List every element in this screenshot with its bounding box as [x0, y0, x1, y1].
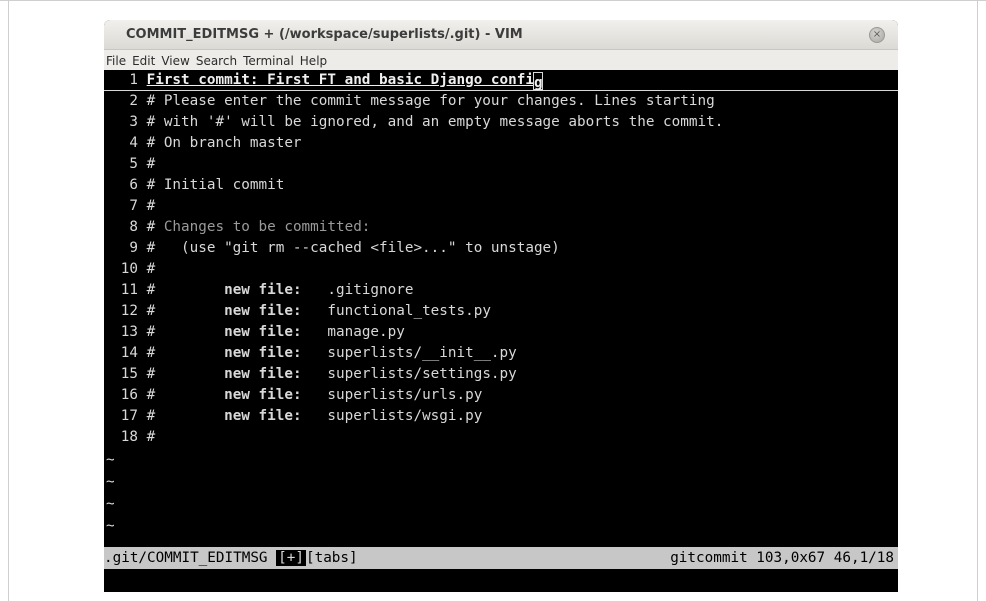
commit-subject: First commit: First FT and basic Django … — [146, 72, 534, 88]
editor-line: 12 # new file: functional_tests.py — [104, 301, 491, 322]
close-icon[interactable]: × — [869, 27, 885, 43]
editor-line: 6 # Initial commit — [104, 175, 284, 196]
line-number: 7 — [129, 198, 138, 214]
new-file-label: new file: — [224, 366, 302, 382]
status-right: gitcommit 103,0x67 46,1/18 — [392, 547, 898, 569]
menu-view[interactable]: View — [158, 51, 192, 68]
editor-line: 3 # with '#' will be ignored, and an emp… — [104, 112, 723, 133]
comment-text: # with '#' will be ignored, and an empty… — [146, 114, 724, 130]
line-number: 8 — [129, 219, 138, 235]
file-path: functional_tests.py — [327, 303, 491, 319]
editor-line: 1 First commit: First FT and basic Djang… — [104, 70, 543, 91]
file-path: superlists/wsgi.py — [327, 408, 483, 424]
file-path: superlists/urls.py — [327, 387, 483, 403]
line-number: 1 — [129, 72, 138, 88]
editor-line: 15 # new file: superlists/settings.py — [104, 364, 517, 385]
status-filename: .git/COMMIT_EDITMSG — [104, 550, 268, 566]
line-number: 13 — [120, 324, 138, 340]
vim-window: COMMIT_EDITMSG + (/workspace/superlists/… — [104, 20, 898, 592]
line-number: 17 — [120, 408, 138, 424]
comment-text: # Please enter the commit message for yo… — [146, 93, 715, 109]
editor-line: 9 # (use "git rm --cached <file>..." to … — [104, 238, 560, 259]
comment-hash: # — [146, 219, 164, 235]
file-path: manage.py — [327, 324, 405, 340]
line-number: 11 — [120, 282, 138, 298]
editor-line: 18 # — [104, 427, 155, 448]
editor-line: 7 # — [104, 196, 155, 217]
menu-help[interactable]: Help — [297, 51, 330, 68]
empty-line-marker: ~ — [106, 474, 115, 490]
empty-line-marker: ~ — [106, 496, 115, 512]
menu-edit[interactable]: Edit — [129, 51, 158, 68]
comment-text: # On branch master — [146, 135, 302, 151]
line-number: 12 — [120, 303, 138, 319]
file-path: superlists/__init__.py — [327, 345, 517, 361]
new-file-label: new file: — [224, 282, 302, 298]
editor-line: 11 # new file: .gitignore — [104, 280, 414, 301]
line-number: 5 — [129, 156, 138, 172]
page-top-rule — [0, 0, 986, 1]
comment-hash: # — [146, 387, 156, 403]
file-path: superlists/settings.py — [327, 366, 517, 382]
menu-file[interactable]: File — [104, 51, 129, 68]
editor-line: 14 # new file: superlists/__init__.py — [104, 343, 517, 364]
comment-text: # (use "git rm --cached <file>..." to un… — [146, 240, 560, 256]
line-number: 9 — [129, 240, 138, 256]
comment-text: # — [146, 429, 156, 445]
menu-search[interactable]: Search — [193, 51, 240, 68]
line-number: 16 — [120, 387, 138, 403]
comment-hash: # — [146, 366, 156, 382]
line-number: 3 — [129, 114, 138, 130]
editor-line: 17 # new file: superlists/wsgi.py — [104, 406, 483, 427]
modified-flag: [+] — [276, 550, 306, 566]
comment-hash: # — [146, 303, 156, 319]
line-number: 6 — [129, 177, 138, 193]
file-path: .gitignore — [327, 282, 414, 298]
line-number: 10 — [120, 261, 138, 277]
empty-line-marker: ~ — [106, 452, 115, 468]
line-number: 14 — [120, 345, 138, 361]
comment-hash: # — [146, 324, 156, 340]
page-right-rule — [977, 0, 978, 601]
editor-line: 2 # Please enter the commit message for … — [104, 91, 715, 112]
title-bar[interactable]: COMMIT_EDITMSG + (/workspace/superlists/… — [104, 20, 898, 50]
menu-bar: File Edit View Search Terminal Help — [104, 50, 898, 70]
editor-line: 5 # — [104, 154, 155, 175]
text-cursor: g — [532, 72, 543, 91]
comment-hash: # — [146, 282, 156, 298]
menu-terminal[interactable]: Terminal — [240, 51, 297, 68]
empty-line-marker: ~ — [106, 518, 115, 534]
comment-text: # — [146, 198, 156, 214]
comment-hash: # — [146, 408, 156, 424]
comment-hash: # — [146, 345, 156, 361]
line-number: 2 — [129, 93, 138, 109]
editor-area[interactable]: 1 First commit: First FT and basic Djang… — [104, 70, 898, 567]
new-file-label: new file: — [224, 387, 302, 403]
new-file-label: new file: — [224, 324, 302, 340]
editor-line: 4 # On branch master — [104, 133, 302, 154]
editor-line: 16 # new file: superlists/urls.py — [104, 385, 483, 406]
tabs-indicator: [tabs] — [305, 550, 358, 566]
comment-text: # — [146, 156, 156, 172]
line-number: 4 — [129, 135, 138, 151]
new-file-label: new file: — [224, 408, 302, 424]
window-title: COMMIT_EDITMSG + (/workspace/superlists/… — [126, 27, 523, 42]
editor-line: 13 # new file: manage.py — [104, 322, 405, 343]
command-line[interactable] — [104, 569, 898, 592]
comment-text: # — [146, 261, 156, 277]
editor-line: 8 # Changes to be committed: — [104, 217, 370, 238]
page-left-rule — [8, 0, 9, 601]
line-number: 15 — [120, 366, 138, 382]
changes-header: Changes to be committed: — [163, 219, 371, 235]
new-file-label: new file: — [224, 345, 302, 361]
status-left: .git/COMMIT_EDITMSG [+] [tabs] — [104, 547, 392, 569]
status-line: .git/COMMIT_EDITMSG [+] [tabs] gitcommit … — [104, 547, 898, 569]
new-file-label: new file: — [224, 303, 302, 319]
comment-text: # Initial commit — [146, 177, 285, 193]
line-number: 18 — [120, 429, 138, 445]
editor-line: 10 # — [104, 259, 155, 280]
